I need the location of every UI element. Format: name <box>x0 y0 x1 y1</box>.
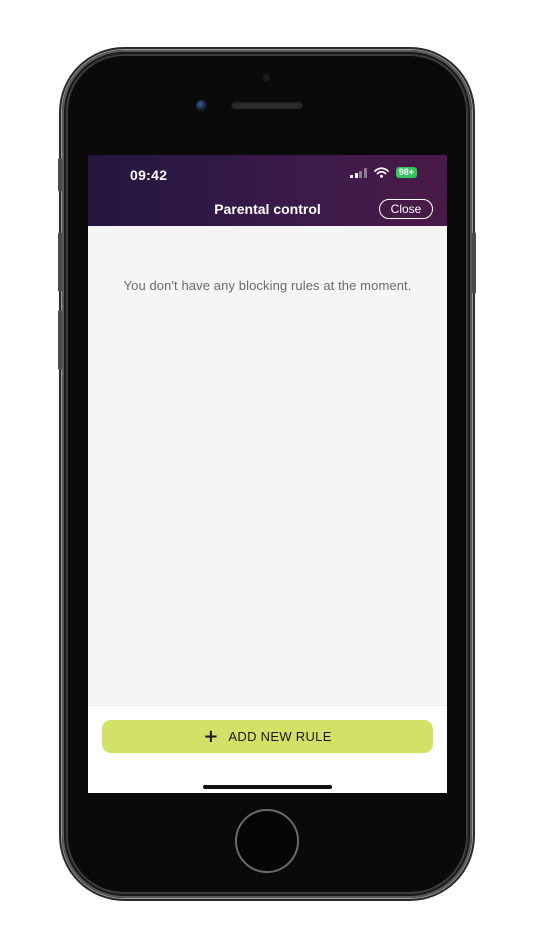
earpiece-speaker <box>231 101 303 109</box>
mute-switch <box>58 158 62 192</box>
add-new-rule-label: ADD NEW RULE <box>228 729 332 744</box>
empty-state-message: You don't have any blocking rules at the… <box>123 278 412 293</box>
app-header: 09:42 98+ Parental control Close <box>88 155 447 226</box>
power-button <box>472 232 476 294</box>
app-screen: 09:42 98+ Parental control Close You don… <box>88 155 447 793</box>
status-time: 09:42 <box>130 167 168 183</box>
volume-down-button <box>58 310 62 370</box>
proximity-sensor <box>263 74 270 81</box>
close-button[interactable]: Close <box>379 199 433 219</box>
plus-icon: + <box>203 725 219 747</box>
front-camera <box>196 100 207 111</box>
canvas: 09:42 98+ Parental control Close You don… <box>0 0 534 950</box>
wifi-icon <box>373 167 389 178</box>
add-new-rule-button[interactable]: + ADD NEW RULE <box>102 720 433 753</box>
volume-up-button <box>58 232 62 292</box>
home-indicator <box>203 785 332 789</box>
signal-icon <box>350 167 367 178</box>
status-icons: 98+ <box>350 167 417 178</box>
home-button[interactable] <box>235 809 299 873</box>
footer-bar: + ADD NEW RULE <box>88 705 447 793</box>
battery-icon: 98+ <box>395 167 417 178</box>
